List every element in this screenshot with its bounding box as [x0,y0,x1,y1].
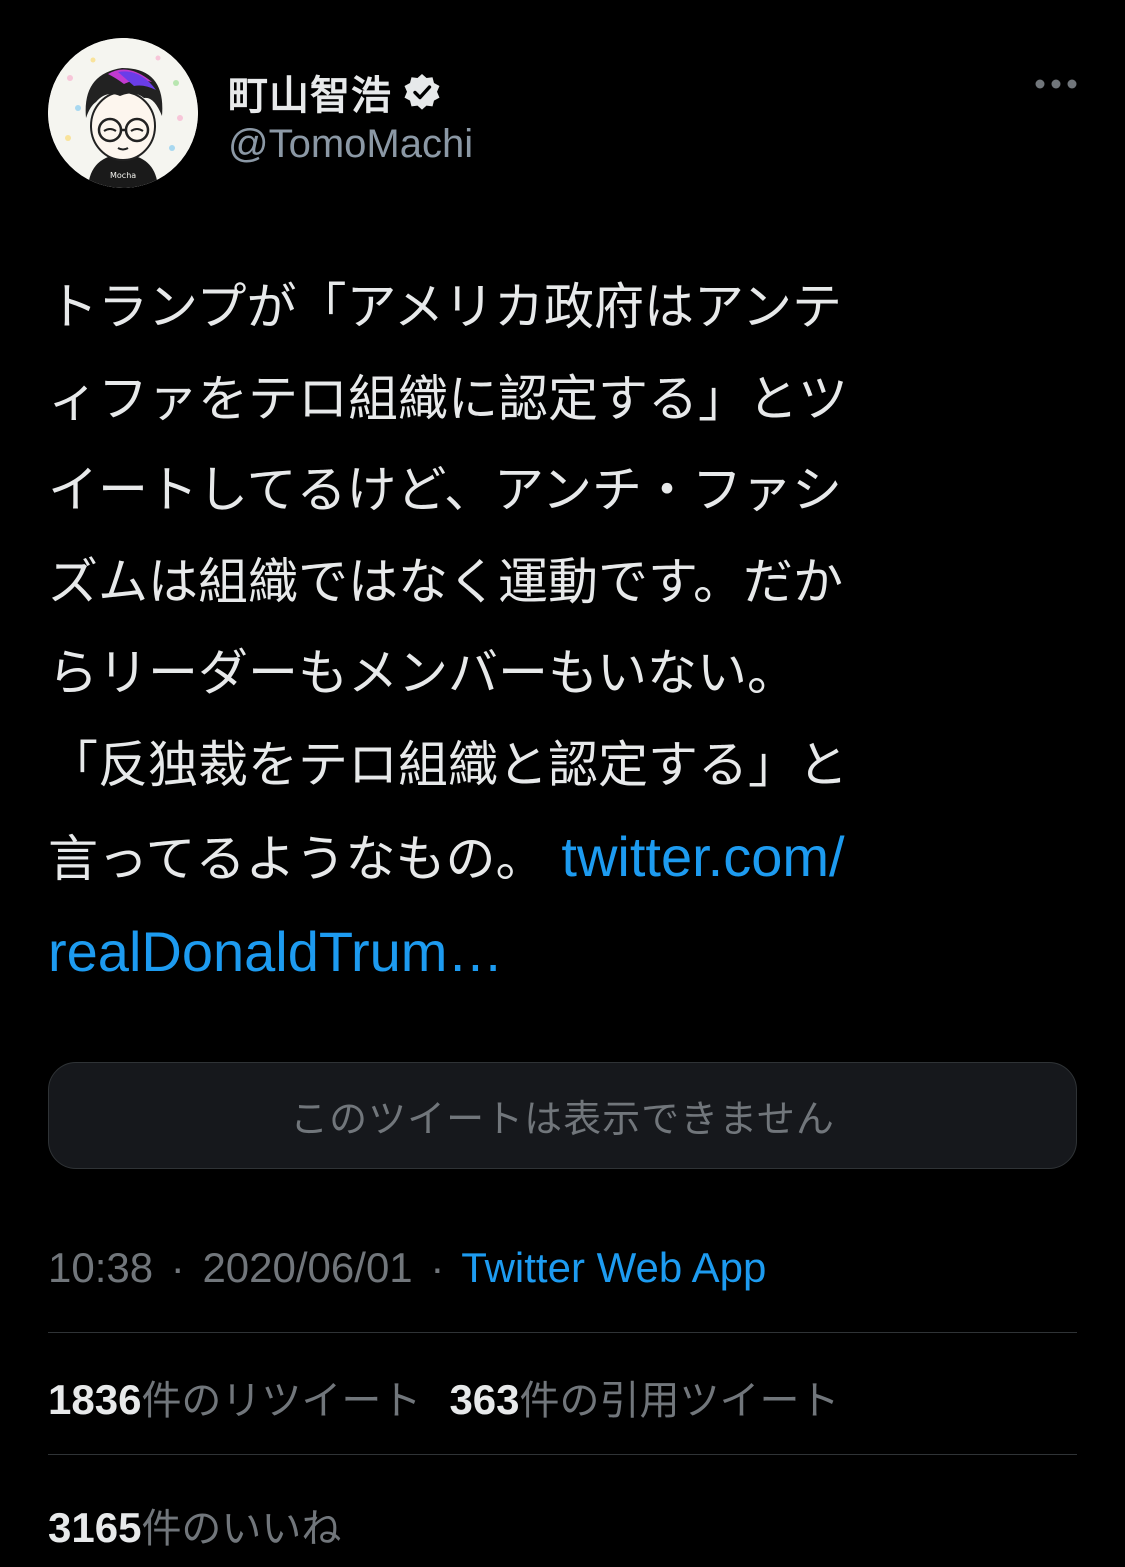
tweet-line-text: 言ってるようなもの。 [48,830,546,888]
likes-label: 件のいいね [141,1506,342,1552]
avatar[interactable]: Mocha [48,38,198,188]
quotes-count: 363 [449,1376,520,1423]
divider [48,1454,1077,1455]
tweet-line-with-link: 言ってるようなもの。 twitter.com/ [48,811,1068,906]
avatar-illustration: Mocha [48,38,198,188]
more-options-icon[interactable] [1034,74,1078,94]
likes-stat[interactable]: 3165件のいいね [48,1504,342,1552]
retweets-count: 1836 [48,1376,142,1423]
tweet-meta: 10:38 · 2020/06/01 · Twitter Web App [48,1244,766,1292]
unavailable-quote-text: このツイートは表示できません [290,1097,835,1141]
display-name[interactable]: 町山智浩 [228,63,392,121]
meta-separator: · [430,1244,445,1291]
tweet-line: らリーダーもメンバーもいない。 [48,644,797,702]
tweet-line: ズムは組織ではなく運動です。だか [48,552,843,611]
quotes-stat[interactable]: 363件の引用ツイート [449,1376,840,1424]
tweet-link[interactable]: twitter.com/ [561,825,844,888]
tweet-line: 「反独裁をテロ組織と認定する」と [48,735,848,794]
tweet-line: ィファをテロ組織に認定する」とツ [48,369,848,428]
quotes-label: 件の引用ツイート [519,1378,840,1424]
tweet-line-link: realDonaldTrum… [48,906,1068,1001]
unavailable-quote-card[interactable]: このツイートは表示できません [48,1062,1077,1169]
tweet-line: イートしてるけど、アンチ・ファシ [48,461,842,519]
likes-stats-row: 3165件のいいね [48,1496,369,1554]
tweet-link-continued[interactable]: realDonaldTrum… [48,920,503,983]
user-handle[interactable]: @TomoMachi [228,122,473,167]
retweets-label: 件のリツイート [141,1378,422,1424]
verified-badge-icon [402,72,442,112]
svg-text:Mocha: Mocha [110,171,136,180]
tweet-line: トランプが「アメリカ政府はアンテ [48,278,842,336]
tweet-time[interactable]: 10:38 [48,1244,153,1291]
tweet-text: トランプが「アメリカ政府はアンテ ィファをテロ組織に認定する」とツ イートしてる… [48,262,1068,1000]
tweet-source-link[interactable]: Twitter Web App [461,1244,766,1291]
meta-separator: · [170,1244,185,1291]
tweet-header: Mocha 町山智浩 @TomoMachi [48,38,1078,188]
tweet-date[interactable]: 2020/06/01 [202,1244,412,1291]
likes-count: 3165 [48,1504,142,1551]
divider [48,1332,1077,1333]
name-row: 町山智浩 [228,64,442,120]
engagement-stats-row: 1836件のリツイート 363件の引用ツイート [48,1368,868,1426]
retweets-stat[interactable]: 1836件のリツイート [48,1376,422,1424]
